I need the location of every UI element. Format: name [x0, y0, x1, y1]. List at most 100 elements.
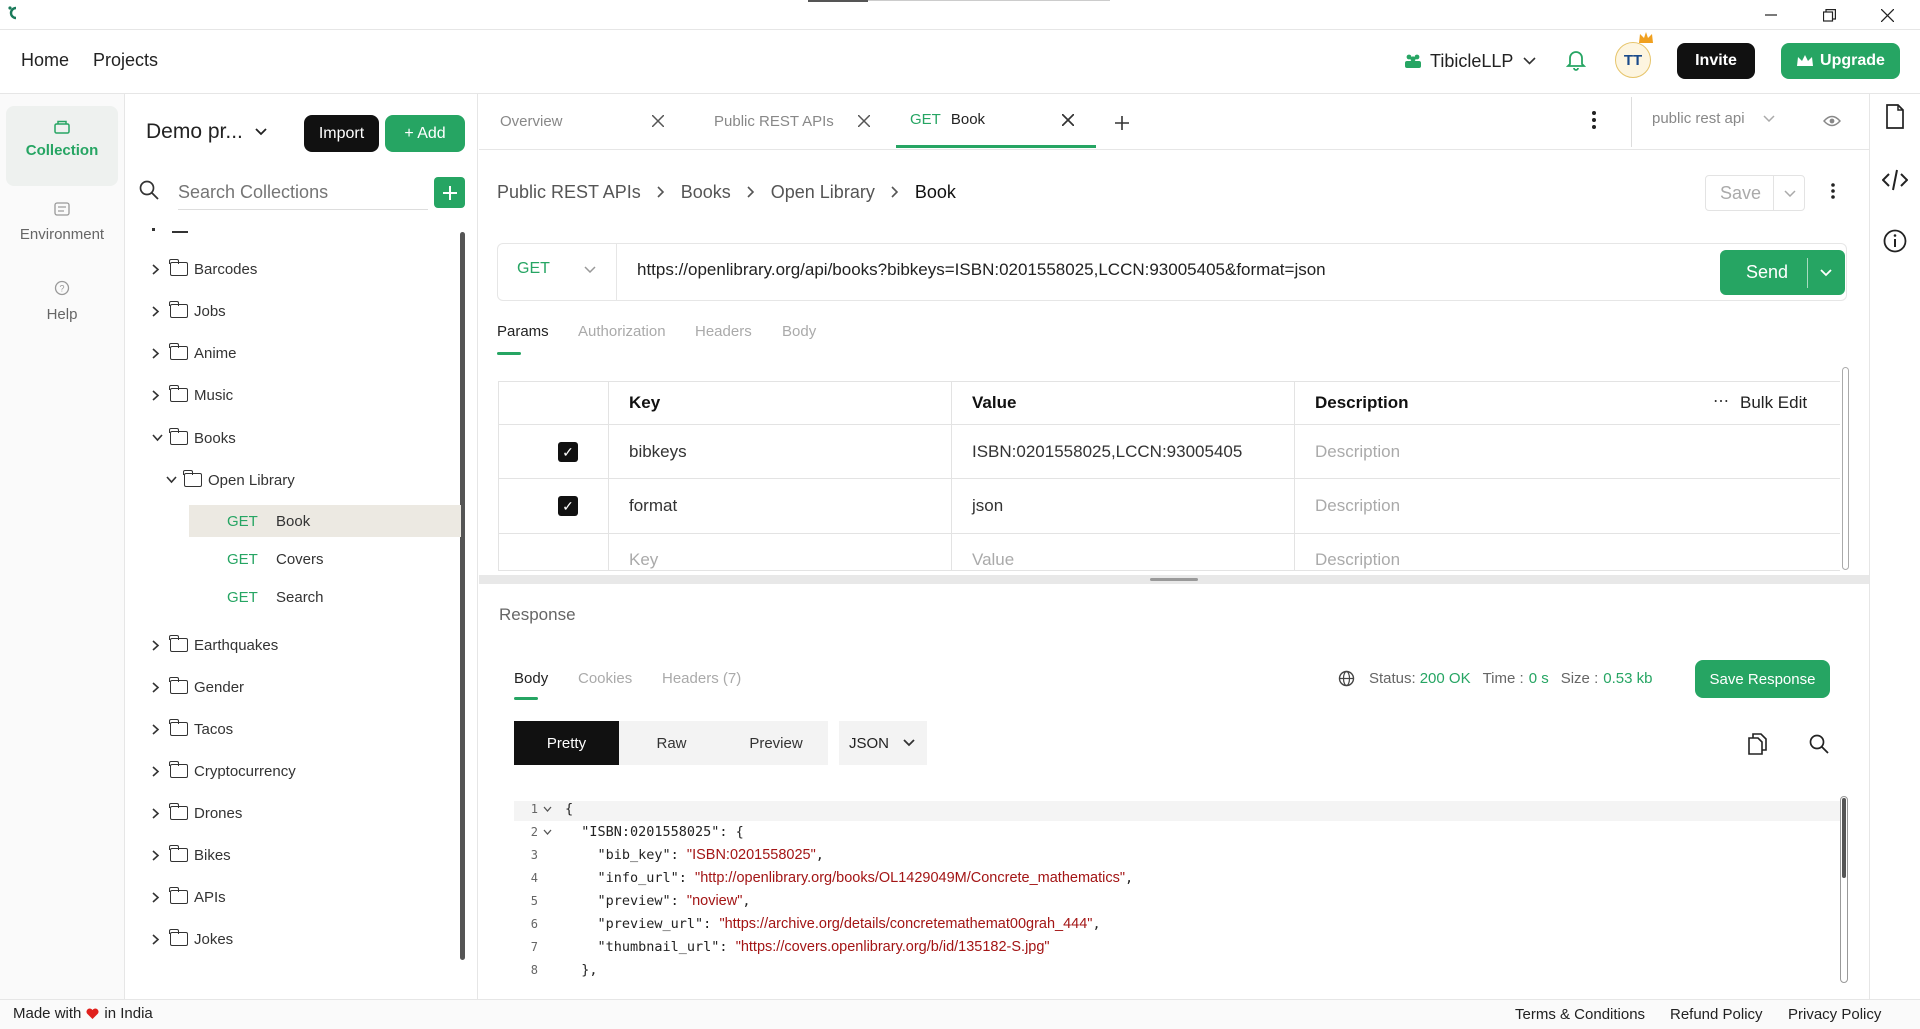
- search-collections-input[interactable]: [178, 178, 418, 206]
- subtab-authorization[interactable]: Authorization: [578, 323, 666, 340]
- save-response-button[interactable]: Save Response: [1695, 660, 1830, 698]
- bell-icon[interactable]: [1566, 49, 1586, 71]
- new-param-description[interactable]: Description: [1315, 550, 1400, 570]
- tree-folder[interactable]: Jobs: [152, 296, 226, 326]
- subtab-headers[interactable]: Headers: [695, 323, 752, 340]
- new-param-value[interactable]: Value: [972, 550, 1014, 570]
- bulk-edit-button[interactable]: Bulk Edit: [1740, 393, 1807, 413]
- tree-folder[interactable]: Jokes: [152, 924, 233, 954]
- rail-environment[interactable]: Environment: [6, 198, 118, 254]
- eye-icon[interactable]: [1823, 114, 1841, 128]
- request-item[interactable]: GET Search: [189, 581, 461, 613]
- workspace-selector[interactable]: TibicleLLP: [1404, 48, 1536, 74]
- invite-button[interactable]: Invite: [1677, 43, 1755, 79]
- param-description[interactable]: Description: [1315, 496, 1400, 516]
- more-vertical-icon[interactable]: [1592, 111, 1596, 129]
- response-tab-body[interactable]: Body: [514, 670, 548, 687]
- environment-selector[interactable]: public rest api: [1652, 110, 1775, 127]
- ellipsis-icon[interactable]: ⋯: [1713, 391, 1729, 411]
- tree-folder[interactable]: Gender: [152, 672, 244, 702]
- tree-folder[interactable]: Tacos: [152, 714, 233, 744]
- tree-folder[interactable]: Anime: [152, 338, 237, 368]
- rail-help[interactable]: ? Help: [6, 278, 118, 334]
- tree-folder[interactable]: APIs: [152, 882, 226, 912]
- tree-folder[interactable]: Cryptocurrency: [152, 756, 296, 786]
- chevron-right-icon: [152, 933, 166, 945]
- param-key[interactable]: bibkeys: [629, 442, 687, 462]
- checkbox-format[interactable]: ✓: [558, 496, 578, 516]
- new-tab-icon[interactable]: [1115, 116, 1129, 130]
- refund-link[interactable]: Refund Policy: [1670, 1006, 1763, 1023]
- code-string: "https://archive.org/details/concretemat…: [719, 916, 1093, 932]
- search-icon[interactable]: [1809, 734, 1829, 754]
- tree-folder-open-library[interactable]: Open Library: [166, 465, 295, 495]
- close-icon[interactable]: [1062, 113, 1074, 126]
- rail-collection[interactable]: Collection: [6, 106, 118, 186]
- code-scrollbar[interactable]: [1840, 796, 1848, 983]
- tree-folder[interactable]: Bikes: [152, 840, 231, 870]
- info-icon[interactable]: [1883, 229, 1907, 253]
- tab-overview[interactable]: Overview: [500, 94, 678, 148]
- code-icon[interactable]: [1882, 169, 1908, 191]
- breadcrumb-item[interactable]: Books: [681, 182, 731, 203]
- save-button[interactable]: Save: [1720, 183, 1761, 204]
- folder-icon: [169, 259, 188, 276]
- terms-link[interactable]: Terms & Conditions: [1515, 1006, 1645, 1023]
- minimize-icon[interactable]: [1760, 4, 1782, 26]
- send-button[interactable]: Send: [1746, 262, 1788, 283]
- add-collection-button[interactable]: [434, 177, 465, 208]
- environment-icon: [54, 202, 70, 216]
- more-vertical-icon[interactable]: [1831, 183, 1835, 199]
- tab-get-book[interactable]: GET Book: [896, 94, 1096, 148]
- format-selector[interactable]: JSON: [839, 721, 927, 765]
- size-label: Size :: [1560, 670, 1599, 687]
- tab-public-rest-apis[interactable]: Public REST APIs: [714, 94, 884, 148]
- tree-folder[interactable]: Barcodes: [152, 254, 257, 284]
- nav-projects-link[interactable]: Projects: [93, 50, 158, 71]
- view-preview-button[interactable]: Preview: [724, 721, 828, 765]
- chevron-down-icon[interactable]: [1820, 269, 1832, 277]
- param-value[interactable]: ISBN:0201558025,LCCN:93005405: [972, 442, 1242, 462]
- close-icon[interactable]: [858, 115, 870, 127]
- view-pretty-button[interactable]: Pretty: [514, 721, 619, 765]
- document-icon[interactable]: [1885, 104, 1905, 129]
- chevron-down-icon[interactable]: [1784, 190, 1796, 197]
- breadcrumb-item[interactable]: Open Library: [771, 182, 875, 203]
- param-key[interactable]: format: [629, 496, 677, 516]
- param-description[interactable]: Description: [1315, 442, 1400, 462]
- close-icon[interactable]: [652, 115, 664, 127]
- code-string: "noview": [686, 893, 743, 909]
- tree-folder[interactable]: Drones: [152, 798, 242, 828]
- upgrade-button[interactable]: Upgrade: [1781, 43, 1900, 79]
- project-selector[interactable]: Demo pr...: [146, 120, 267, 144]
- subtab-params[interactable]: Params: [497, 323, 549, 340]
- nav-home-link[interactable]: Home: [21, 50, 69, 71]
- tree-folder[interactable]: Music: [152, 380, 233, 410]
- method-selector[interactable]: GET: [517, 260, 596, 278]
- tree-folder[interactable]: Earthquakes: [152, 630, 278, 660]
- response-tab-cookies[interactable]: Cookies: [578, 670, 632, 687]
- view-raw-button[interactable]: Raw: [619, 721, 724, 765]
- param-value[interactable]: json: [972, 496, 1003, 516]
- request-item[interactable]: GET Covers: [189, 543, 461, 575]
- checkbox-bibkeys[interactable]: ✓: [558, 442, 578, 462]
- new-param-key[interactable]: Key: [629, 550, 658, 570]
- breadcrumb-item[interactable]: Public REST APIs: [497, 182, 641, 203]
- fold-icon[interactable]: [543, 829, 552, 835]
- close-window-icon[interactable]: [1876, 4, 1898, 26]
- add-button[interactable]: + Add: [385, 115, 465, 152]
- divider: [951, 382, 952, 570]
- tree-folder-books[interactable]: Books: [152, 423, 236, 453]
- request-item[interactable]: GET Book: [189, 505, 461, 537]
- import-button[interactable]: Import: [304, 115, 379, 152]
- params-scrollbar[interactable]: [1842, 367, 1849, 570]
- response-tab-headers[interactable]: Headers (7): [662, 670, 741, 687]
- privacy-link[interactable]: Privacy Policy: [1788, 1006, 1881, 1023]
- avatar[interactable]: TT: [1615, 42, 1651, 78]
- restore-icon[interactable]: [1818, 4, 1840, 26]
- drag-handle[interactable]: [1150, 578, 1198, 581]
- subtab-body[interactable]: Body: [782, 323, 816, 340]
- url-input[interactable]: https://openlibrary.org/api/books?bibkey…: [637, 260, 1326, 280]
- copy-icon[interactable]: [1748, 733, 1767, 755]
- fold-icon[interactable]: [543, 806, 552, 812]
